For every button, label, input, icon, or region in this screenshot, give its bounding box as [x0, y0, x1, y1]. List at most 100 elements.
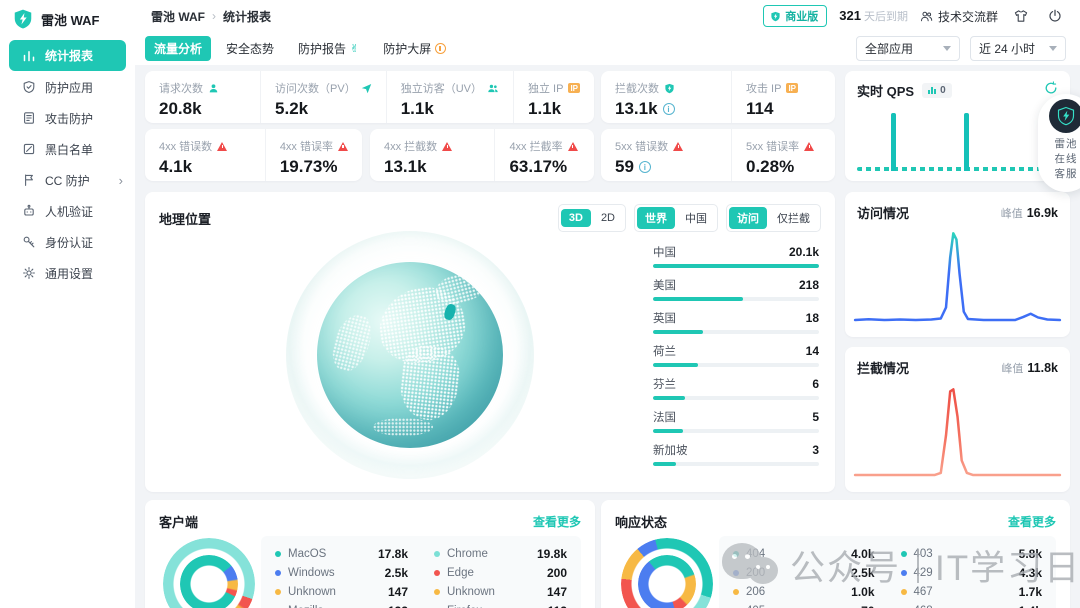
- country-value: 20.1k: [789, 245, 819, 259]
- geo-title: 地理位置: [159, 209, 211, 228]
- clients-more-link[interactable]: 查看更多: [533, 513, 581, 530]
- stat-value: 59: [615, 157, 634, 177]
- legend-dot: [901, 589, 907, 595]
- toggle-visits[interactable]: 访问: [729, 207, 767, 229]
- info-icon[interactable]: i: [663, 103, 675, 115]
- stat-value: 20.8k: [159, 99, 246, 119]
- breadcrumb-root[interactable]: 雷池 WAF: [151, 8, 205, 25]
- stat-label: 独立访客（UV）: [401, 80, 482, 96]
- toggle-2d[interactable]: 2D: [593, 209, 623, 227]
- sidebar-item-authentication[interactable]: 身份认证: [0, 227, 135, 257]
- online-support-widget[interactable]: 雷池 在线 客服: [1038, 94, 1080, 192]
- status-code: 206: [746, 586, 765, 598]
- sidebar-item-cc-protection[interactable]: CC 防护 ›: [0, 165, 135, 195]
- sidebar-item-protected-apps[interactable]: 防护应用: [0, 72, 135, 102]
- country-value: 218: [799, 278, 819, 292]
- stat-label: 4xx 拦截率: [509, 138, 562, 154]
- block-stats-card: 拦截次数 13.1ki 攻击 IPIP 114: [601, 71, 835, 123]
- key-icon: [22, 235, 36, 249]
- warning-icon: [568, 142, 578, 151]
- stat-4xx-blocks: 4xx 拦截数 13.1k: [370, 129, 494, 181]
- client-os-row: Mozilla133: [275, 601, 408, 608]
- users-icon: [920, 10, 933, 23]
- client-name: Unknown: [447, 586, 495, 598]
- toggle-china[interactable]: 中国: [677, 207, 715, 229]
- realtime-qps-card: 实时 QPS 0: [845, 71, 1070, 181]
- peak-value: 11.8k: [1027, 361, 1058, 375]
- stat-pv: 访问次数（PV） 5.2k: [260, 71, 386, 123]
- clients-card: 客户端 查看更多 MacOS17.8k Windows2.5k Unknown1…: [145, 500, 595, 608]
- sidebar-item-label: 防护应用: [45, 79, 93, 96]
- status-code: 404: [746, 548, 765, 560]
- country-name: 新加坡: [653, 442, 688, 458]
- qps-badge: 0: [922, 83, 952, 98]
- status-row: 40570: [733, 601, 875, 608]
- robot-icon: [22, 204, 36, 218]
- legend-dot: [275, 570, 281, 576]
- chevron-down-icon: [1049, 46, 1057, 51]
- stat-label: 独立 IP: [528, 80, 563, 96]
- status-value: 1.4k: [1019, 604, 1042, 608]
- status-value: 1.7k: [1019, 585, 1042, 599]
- client-value: 2.5k: [385, 566, 408, 580]
- tab-protection-screen[interactable]: 防护大屏: [374, 36, 455, 61]
- client-browser-row: Edge200: [434, 563, 567, 582]
- time-range-select[interactable]: 近 24 小时: [970, 36, 1066, 61]
- sidebar-item-black-white-list[interactable]: 黑白名单: [0, 134, 135, 164]
- os-ring: [180, 555, 238, 608]
- license-expiry: 321天后到期: [839, 8, 908, 24]
- theme-button[interactable]: [1010, 5, 1032, 27]
- community-link[interactable]: 技术交流群: [920, 8, 998, 25]
- sidebar-item-label: CC 防护: [45, 172, 90, 189]
- legend-dot: [733, 570, 739, 576]
- status-inner-ring: [638, 555, 696, 608]
- brand-logo-icon: [12, 8, 34, 30]
- tab-traffic-analysis[interactable]: 流量分析: [145, 36, 211, 61]
- status-value: 5.8k: [1019, 547, 1042, 561]
- bar-chart-icon: [928, 87, 936, 94]
- blocks-title: 拦截情况: [857, 358, 909, 377]
- stat-unique-ip: 独立 IPIP 1.1k: [513, 71, 594, 123]
- sidebar-item-general-settings[interactable]: 通用设置: [0, 258, 135, 288]
- stat-label: 请求次数: [159, 80, 203, 96]
- qps-baseline: [857, 167, 1058, 171]
- sidebar-item-label: 人机验证: [45, 203, 93, 220]
- globe-3d[interactable]: [265, 230, 555, 480]
- legend-dot: [733, 589, 739, 595]
- legend-dot: [275, 589, 281, 595]
- peak-label: 峰值: [1001, 363, 1023, 375]
- breadcrumb-separator: ›: [212, 9, 216, 23]
- stat-value: 5.2k: [275, 99, 372, 119]
- sidebar-item-label: 通用设置: [45, 265, 93, 282]
- tab-security-posture[interactable]: 安全态势: [217, 36, 283, 61]
- logout-button[interactable]: [1044, 5, 1066, 27]
- toggle-world[interactable]: 世界: [637, 207, 675, 229]
- stat-5xx-errors: 5xx 错误数 59i: [601, 129, 731, 181]
- country-bar: [653, 297, 743, 301]
- ip-badge-icon: IP: [786, 83, 798, 93]
- toggle-blocks-only[interactable]: 仅拦截: [769, 207, 818, 229]
- info-icon[interactable]: i: [639, 161, 651, 173]
- support-text: 在线: [1043, 152, 1080, 167]
- country-row: 法国5: [653, 409, 819, 433]
- toggle-3d[interactable]: 3D: [561, 209, 591, 227]
- clients-title: 客户端: [159, 512, 198, 531]
- stat-label: 访问次数（PV）: [275, 80, 356, 96]
- sidebar-item-attack-protection[interactable]: 攻击防护: [0, 103, 135, 133]
- responses-more-link[interactable]: 查看更多: [1008, 513, 1056, 530]
- tab-label: 防护大屏: [383, 40, 431, 57]
- sidebar-item-statistics[interactable]: 统计报表: [9, 40, 126, 71]
- status-row: 4035.8k: [901, 544, 1043, 563]
- country-row: 美国 218: [653, 277, 819, 301]
- country-ranking: 中国20.1k 美国218 英国18 荷兰14 芬兰6 法国5 新加坡3: [653, 244, 819, 475]
- country-name: 美国: [653, 277, 676, 293]
- country-value: 3: [812, 443, 819, 457]
- tab-protection-report[interactable]: 防护报告✌: [289, 36, 368, 61]
- country-value: 18: [806, 311, 819, 325]
- logout-icon: [1048, 9, 1062, 23]
- license-badge[interactable]: 商业版: [763, 5, 827, 27]
- app-filter-select[interactable]: 全部应用: [856, 36, 960, 61]
- country-bar: [653, 264, 819, 268]
- sidebar-item-captcha[interactable]: 人机验证: [0, 196, 135, 226]
- app-filter-value: 全部应用: [865, 40, 913, 57]
